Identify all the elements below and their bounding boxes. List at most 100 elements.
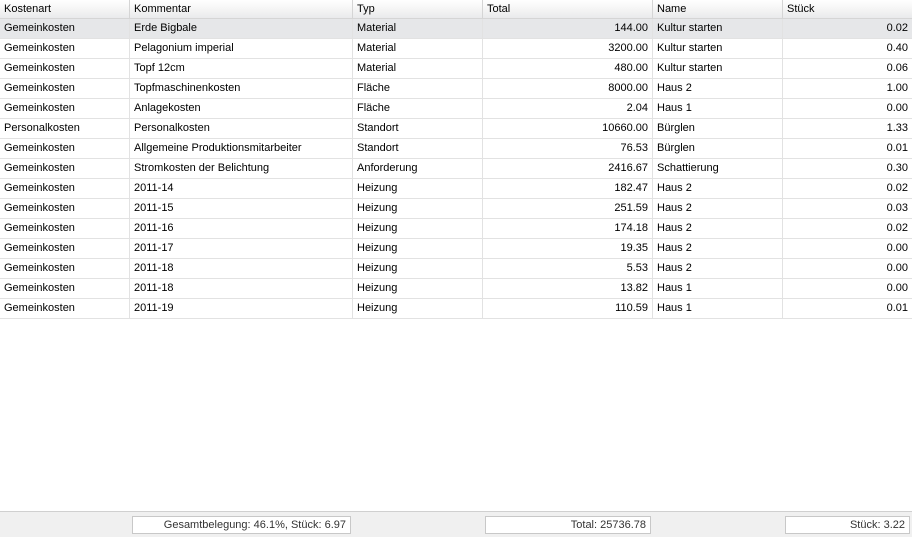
cell-typ: Heizung [353,219,483,238]
table-row[interactable]: Gemeinkosten 2011-17 Heizung 19.35 Haus 2 0.0… [0,239,912,259]
cell-stueck: 0.00 [886,262,908,274]
cell-typ: Heizung [353,279,483,298]
cell-kostenart: Gemeinkosten [0,59,130,78]
cell-kostenart: Gemeinkosten [0,199,130,218]
cell-typ: Standort [353,119,483,138]
table-row[interactable]: Gemeinkosten Erde Bigbale Material 144.00 Ku… [0,19,912,39]
cell-stueck: 0.00 [886,102,908,114]
cell-stueck: 0.06 [886,62,908,74]
cell-stueck: 0.02 [886,182,908,194]
status-footer: Gesamtbelegung: 46.1%, Stück: 6.97 Total… [0,511,912,537]
cell-total: 182.47 [483,179,653,198]
belegung-summary: Gesamtbelegung: 46.1%, Stück: 6.97 [132,516,351,534]
cell-kommentar: 2011-18 [130,259,353,278]
cell-typ: Anforderung [353,159,483,178]
cell-kommentar: 2011-16 [130,219,353,238]
cell-total: 8000.00 [483,79,653,98]
table-row[interactable]: Gemeinkosten 2011-15 Heizung 251.59 Haus 2 0.… [0,199,912,219]
cell-typ: Heizung [353,179,483,198]
cell-kommentar: 2011-17 [130,239,353,258]
column-header-stueck[interactable]: Stück [783,0,912,18]
cell-name: Haus 2 [653,239,783,258]
cell-name: Haus 2 [653,199,783,218]
column-header-total[interactable]: Total [483,0,653,18]
cell-typ: Heizung [353,259,483,278]
cell-kostenart: Gemeinkosten [0,179,130,198]
cell-kommentar: Pelagonium imperial [130,39,353,58]
cell-stueck: 0.40 [886,42,908,54]
cell-kostenart: Gemeinkosten [0,39,130,58]
cell-stueck: 1.33 [886,122,908,134]
cell-kommentar: Stromkosten der Belichtung [130,159,353,178]
cell-kommentar: 2011-18 [130,279,353,298]
cell-total: 2.04 [483,99,653,118]
cell-kommentar: 2011-14 [130,179,353,198]
cell-kommentar: Allgemeine Produktionsmitarbeiter [130,139,353,158]
table-row[interactable]: Gemeinkosten 2011-16 Heizung 174.18 Haus 2 0.… [0,219,912,239]
cell-total: 174.18 [483,219,653,238]
cell-name: Schattierung [653,159,783,178]
cell-kostenart: Gemeinkosten [0,259,130,278]
total-summary: Total: 25736.78 [485,516,651,534]
cell-total: 76.53 [483,139,653,158]
cell-kommentar: 2011-15 [130,199,353,218]
cell-total: 13.82 [483,279,653,298]
cell-stueck: 1.00 [886,82,908,94]
cell-kostenart: Gemeinkosten [0,99,130,118]
cell-name: Kultur starten [653,19,783,38]
cell-kostenart: Gemeinkosten [0,279,130,298]
column-header-typ[interactable]: Typ [353,0,483,18]
stueck-summary: Stück: 3.22 [785,516,910,534]
cell-kostenart: Gemeinkosten [0,239,130,258]
table-row[interactable]: Gemeinkosten Pelagonium imperial Material 3… [0,39,912,59]
cell-typ: Heizung [353,299,483,318]
cell-kommentar: Anlagekosten [130,99,353,118]
cell-stueck: 0.02 [886,22,908,34]
cell-stueck: 0.00 [886,242,908,254]
cell-total: 3200.00 [483,39,653,58]
cell-typ: Heizung [353,199,483,218]
cell-stueck: 0.01 [886,302,908,314]
cell-stueck: 0.00 [886,282,908,294]
column-header-kostenart[interactable]: Kostenart [0,0,130,18]
cell-name: Bürglen [653,139,783,158]
cell-kostenart: Personalkosten [0,119,130,138]
cell-name: Bürglen [653,119,783,138]
cell-total: 110.59 [483,299,653,318]
table-body: Gemeinkosten Erde Bigbale Material 144.00 Ku… [0,19,912,319]
cell-name: Kultur starten [653,59,783,78]
cell-kommentar: 2011-19 [130,299,353,318]
cell-name: Haus 2 [653,179,783,198]
table-row[interactable]: Gemeinkosten Anlagekosten Fläche 2.04 Haus 1… [0,99,912,119]
table-row[interactable]: Gemeinkosten Topf 12cm Material 480.00 Kultu… [0,59,912,79]
column-header-kommentar[interactable]: Kommentar [130,0,353,18]
table-row[interactable]: Gemeinkosten Topfmaschinenkosten Fläche 800… [0,79,912,99]
cell-stueck: 0.30 [886,162,908,174]
table-row[interactable]: Gemeinkosten 2011-18 Heizung 13.82 Haus 1 0.0… [0,279,912,299]
cell-kostenart: Gemeinkosten [0,139,130,158]
table-row[interactable]: Personalkosten Personalkosten Standort 1066… [0,119,912,139]
table-row[interactable]: Gemeinkosten 2011-14 Heizung 182.47 Haus 2 0.… [0,179,912,199]
cell-kostenart: Gemeinkosten [0,159,130,178]
table-header: Kostenart Kommentar Typ Total Name Stück [0,0,912,19]
table-row[interactable]: Gemeinkosten Stromkosten der Belichtung An… [0,159,912,179]
cell-name: Haus 1 [653,299,783,318]
cell-total: 480.00 [483,59,653,78]
table-row[interactable]: Gemeinkosten 2011-19 Heizung 110.59 Haus 1 0.… [0,299,912,319]
cell-total: 19.35 [483,239,653,258]
cell-total: 5.53 [483,259,653,278]
cell-kostenart: Gemeinkosten [0,19,130,38]
cell-typ: Material [353,59,483,78]
cell-name: Haus 2 [653,259,783,278]
column-header-name[interactable]: Name [653,0,783,18]
cell-stueck: 0.02 [886,222,908,234]
cell-kostenart: Gemeinkosten [0,299,130,318]
cell-name: Haus 1 [653,279,783,298]
cell-kommentar: Topfmaschinenkosten [130,79,353,98]
table-row[interactable]: Gemeinkosten Allgemeine Produktionsmitarb… [0,139,912,159]
cell-stueck: 0.01 [886,142,908,154]
cell-typ: Fläche [353,99,483,118]
cell-total: 10660.00 [483,119,653,138]
table-row[interactable]: Gemeinkosten 2011-18 Heizung 5.53 Haus 2 0.00 [0,259,912,279]
cell-name: Haus 1 [653,99,783,118]
